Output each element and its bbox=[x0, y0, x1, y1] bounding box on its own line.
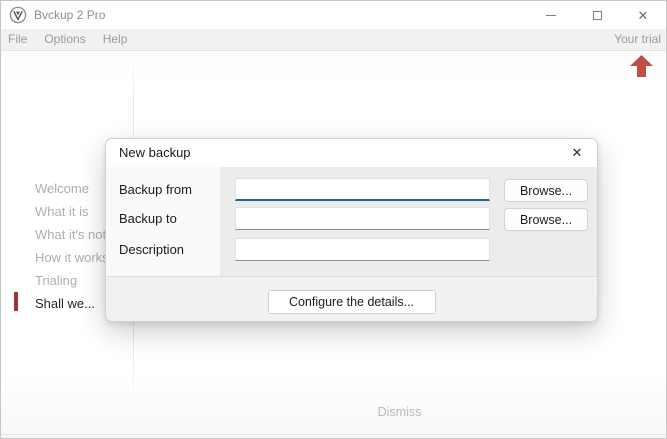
dialog-close-button[interactable]: ✕ bbox=[563, 139, 591, 167]
window-title: Bvckup 2 Pro bbox=[34, 8, 528, 22]
app-window: Bvckup 2 Pro ✕ File Options Help Your tr… bbox=[0, 0, 667, 439]
backup-to-input[interactable] bbox=[235, 207, 490, 230]
menu-bar: File Options Help Your trial bbox=[1, 29, 666, 51]
dialog-close-icon: ✕ bbox=[572, 145, 583, 161]
backup-from-browse-button[interactable]: Browse... bbox=[504, 179, 588, 202]
backup-to-label: Backup to bbox=[119, 207, 219, 230]
minimize-button[interactable] bbox=[528, 1, 574, 29]
dialog-footer: Configure the details... bbox=[106, 277, 597, 321]
description-label: Description bbox=[119, 238, 219, 261]
dismiss-link[interactable]: Dismiss bbox=[133, 405, 666, 419]
active-item-marker bbox=[14, 292, 18, 311]
dialog-title: New backup bbox=[119, 139, 191, 167]
backup-from-label: Backup from bbox=[119, 178, 219, 201]
backup-to-browse-button[interactable]: Browse... bbox=[504, 208, 588, 231]
app-logo-icon[interactable] bbox=[9, 6, 27, 24]
menu-file[interactable]: File bbox=[5, 29, 30, 50]
backup-from-input[interactable] bbox=[235, 178, 490, 201]
minimize-icon bbox=[546, 15, 556, 16]
description-input[interactable] bbox=[235, 238, 490, 261]
menu-help[interactable]: Help bbox=[100, 29, 131, 50]
menu-your-trial[interactable]: Your trial bbox=[614, 29, 661, 50]
title-bar: Bvckup 2 Pro ✕ bbox=[1, 1, 666, 29]
maximize-button[interactable] bbox=[574, 1, 620, 29]
close-icon: ✕ bbox=[638, 9, 649, 22]
maximize-icon bbox=[593, 11, 602, 20]
caption-buttons: ✕ bbox=[528, 1, 666, 29]
bottom-divider-line bbox=[1, 434, 666, 435]
dialog-title-bar: New backup ✕ bbox=[106, 139, 597, 167]
configure-details-button[interactable]: Configure the details... bbox=[268, 290, 436, 314]
new-backup-dialog: New backup ✕ Backup from Browse... Backu… bbox=[105, 138, 598, 322]
menu-options[interactable]: Options bbox=[41, 29, 88, 50]
trial-hint-arrow-icon bbox=[630, 55, 653, 78]
close-button[interactable]: ✕ bbox=[620, 1, 666, 29]
